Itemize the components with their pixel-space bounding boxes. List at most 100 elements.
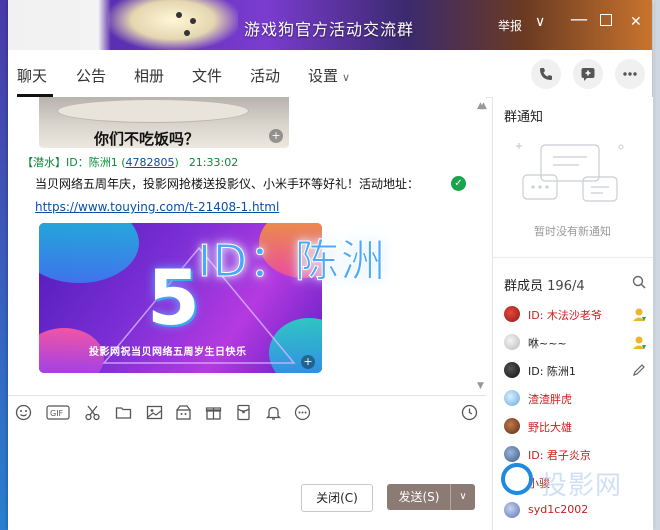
avatar [504,418,520,434]
send-image-button[interactable] [146,404,163,421]
notice-empty-text: 暂时没有新通知 [534,225,611,238]
shared-image-food[interactable]: 你们不吃饭吗？ + [39,97,289,148]
reminder-button[interactable] [265,404,282,421]
input-toolbar: GIF [8,395,486,428]
site-watermark: 投影网 [493,457,653,527]
chat-message-area[interactable]: 你们不吃饭吗？ + 【潜水】ID：陈洲1 (4782805) 21:33:02 当… [8,97,486,395]
sender-name[interactable]: ID：陈洲1 [66,156,118,169]
gif-label: GIF [50,409,64,418]
member-name: 渣渣胖虎 [528,393,572,406]
message-header: 【潜水】ID：陈洲1 (4782805) 21:33:02 [22,156,239,169]
avatar [504,362,520,378]
more-dots-icon [623,72,637,76]
send-label: 发送(S) [398,490,440,504]
bowl-graphic [57,99,249,123]
red-packet-button[interactable] [235,404,252,421]
notice-title: 群通知 [504,110,544,125]
notice-empty-illustration [516,143,624,202]
maximize-button[interactable] [600,14,612,30]
admin-badge-icon [633,336,646,349]
add-chat-button[interactable] [573,59,603,89]
voice-call-button[interactable] [531,59,561,89]
close-chat-button[interactable]: 关闭(C) [301,484,373,512]
member-item[interactable]: 野比大雄 [504,416,649,436]
member-name: ID: 陈洲1 [528,365,576,378]
zoom-icon[interactable]: + [269,129,283,143]
panel-collapse-arrow[interactable]: ▲ [480,101,487,111]
emoji-icon [15,404,32,421]
member-name: ID: 木法沙老爷 [528,309,602,322]
member-item[interactable]: ID: 木法沙老爷 [504,304,649,324]
chevron-down-icon: ∨ [342,71,351,84]
admin-badge-icon [633,308,646,321]
watermark-logo-icon [501,463,533,495]
maximize-icon [600,14,612,26]
screenshot-button[interactable] [84,404,101,421]
folder-icon [115,407,132,419]
gift-button[interactable] [205,404,222,421]
member-item[interactable]: 渣渣胖虎 [504,388,649,408]
sender-uid-link[interactable]: 4782805 [126,156,175,169]
minimize-button[interactable]: — [570,9,588,30]
members-count: 196/4 [547,279,585,294]
verified-shield-icon: ✓ [451,176,466,191]
edit-pencil-icon[interactable] [631,362,647,378]
gif-button[interactable]: GIF [46,404,70,421]
title-menu-chevron-icon[interactable]: ∨ [535,14,545,30]
history-clock-icon [461,404,478,421]
group-chat-window: 游戏狗官方活动交流群 举报 ∨ — ✕ 聊天 公告 相册 文件 活动 设置 ∨ 你… [8,0,653,530]
gift-box-icon [176,405,191,420]
sticker-button[interactable] [175,404,192,421]
message-text: 当贝网络五周年庆，投影网抢楼送投影仪、小米手环等好礼！活动地址： [35,177,420,191]
tab-files[interactable]: 文件 [192,65,222,86]
poster-banner: 投影网祝当贝网络五周岁生日快乐 [89,347,247,358]
send-button[interactable]: 发送(S) ∨ [387,484,475,510]
id-watermark: ID：陈洲 [198,236,387,288]
tab-settings[interactable]: 设置 ∨ [308,65,350,86]
message-time: 21:33:02 [188,156,239,169]
member-rank: 【潜水】 [22,156,66,169]
member-name: 野比大雄 [528,421,572,434]
members-header: 群成员 196/4 [504,275,585,294]
tab-album[interactable]: 相册 [134,65,164,86]
history-button[interactable] [461,404,478,421]
red-packet-icon [237,404,250,421]
member-name: 咻~~~ [528,337,567,350]
more-dots-icon [294,404,311,421]
tab-bar: 聊天 公告 相册 文件 活动 设置 ∨ [8,50,652,98]
message-plus-icon [581,68,595,81]
bell-icon [265,406,282,420]
report-button[interactable]: 举报 [498,17,522,34]
desktop-background-right [654,0,660,530]
tab-chat[interactable]: 聊天 [17,65,47,86]
gift-icon [205,407,222,420]
message-input[interactable] [8,427,486,477]
tab-settings-label: 设置 [308,67,339,85]
member-item[interactable]: 咻~~~ [504,332,649,352]
send-options-chevron-icon[interactable]: ∨ [450,484,475,510]
panel-divider [493,257,653,258]
more-options-button[interactable] [615,59,645,89]
poster-number: 5 [147,253,200,342]
title-banner-image [108,0,238,50]
scissors-icon [85,405,100,421]
scroll-down-arrow[interactable]: ▼ [477,381,484,391]
members-title: 群成员 [504,279,544,294]
emoji-button[interactable] [15,404,32,421]
zoom-icon[interactable]: + [301,355,315,369]
avatar [504,390,520,406]
tab-activities[interactable]: 活动 [250,65,280,86]
tab-announcements[interactable]: 公告 [76,65,106,86]
member-search-icon[interactable] [632,275,646,289]
gif-icon: GIF [46,405,70,420]
member-item[interactable]: ID: 陈洲1 [504,360,649,380]
title-bar[interactable]: 游戏狗官方活动交流群 举报 ∨ — ✕ [8,0,652,50]
phone-icon [540,68,552,80]
activity-link[interactable]: https://www.touying.com/t-21408-1.html [35,200,279,214]
image-icon [146,405,163,420]
send-file-button[interactable] [115,404,132,421]
close-window-button[interactable]: ✕ [630,14,642,30]
more-tools-button[interactable] [294,404,311,421]
watermark-text: 投影网 [541,471,623,501]
avatar [504,334,520,350]
